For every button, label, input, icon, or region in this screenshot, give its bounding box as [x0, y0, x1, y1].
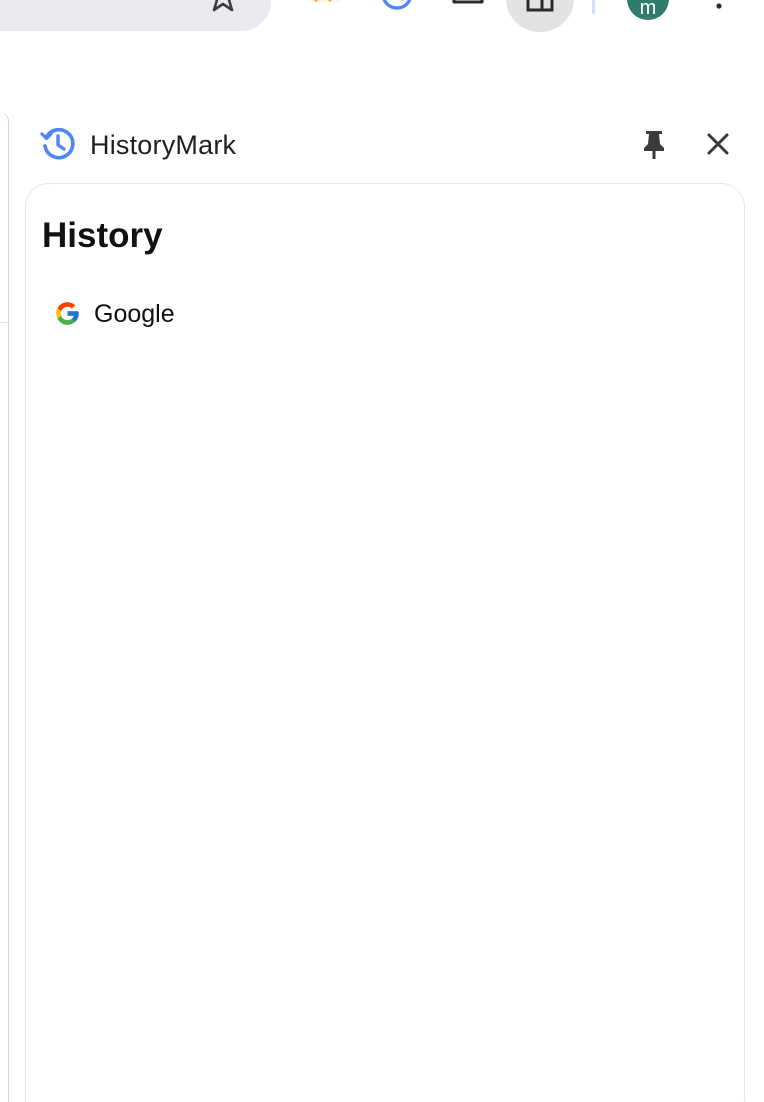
toolbar-divider [592, 0, 595, 14]
web-content-divider [0, 322, 8, 323]
side-panel-title: HistoryMark [90, 130, 237, 160]
google-g-icon [56, 302, 79, 325]
page-heading: History [42, 216, 163, 255]
w-extension-icon[interactable] [306, 0, 340, 12]
puzzle-extension-icon[interactable] [450, 0, 486, 14]
side-panel-button[interactable] [506, 0, 574, 32]
history-item-title: Google [94, 300, 175, 328]
kebab-menu-icon[interactable] [710, 0, 728, 16]
browser-toolbar: m [0, 0, 764, 40]
browser-window: m HistoryMark History Google [0, 0, 764, 1102]
pin-icon[interactable] [636, 126, 672, 162]
history-clock-icon [40, 127, 75, 160]
profile-avatar[interactable]: m [627, 0, 669, 20]
web-content-area [0, 113, 9, 1102]
close-icon[interactable] [700, 126, 736, 162]
side-panel-content: History Google [25, 183, 745, 1102]
star-icon[interactable] [208, 0, 238, 14]
side-panel-icon [526, 0, 554, 12]
side-panel-header: HistoryMark [26, 120, 748, 170]
history-extension-icon[interactable] [380, 0, 414, 14]
history-item-google[interactable]: Google [42, 290, 722, 336]
history-list: Google [42, 290, 722, 336]
